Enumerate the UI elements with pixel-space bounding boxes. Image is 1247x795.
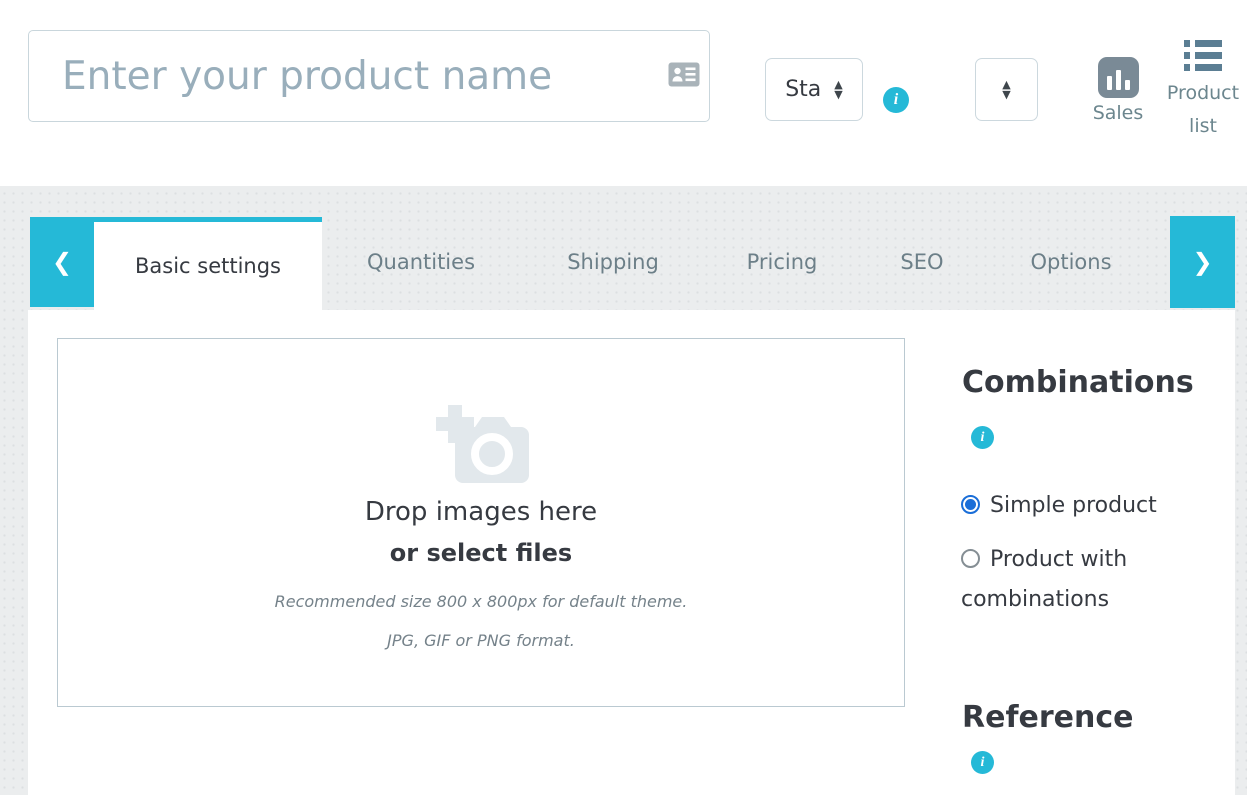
caret-updown-icon: ▲▼: [1002, 80, 1010, 100]
dropzone-format-hint: JPG, GIF or PNG format.: [387, 631, 575, 650]
chevron-left-icon: ❮: [52, 248, 72, 276]
status-select-value: Sta: [785, 77, 821, 102]
reference-info-icon[interactable]: i: [971, 751, 994, 774]
product-list-label: Product list: [1167, 82, 1239, 137]
tab-pricing[interactable]: Pricing: [747, 217, 818, 307]
reference-heading: Reference: [962, 700, 1133, 735]
product-type-options: Simple product Product with combinations: [961, 486, 1234, 634]
tab-seo[interactable]: SEO: [900, 217, 943, 307]
tabs-prev-button[interactable]: ❮: [30, 217, 94, 307]
tab-label: Basic settings: [135, 254, 281, 278]
sales-label: Sales: [1093, 102, 1144, 124]
header: Sta ▲▼ i ▲▼ Sales: [0, 0, 1247, 186]
bar-chart-icon: [1098, 57, 1139, 98]
dropzone-subtitle: or select files: [390, 539, 572, 567]
vcard-icon: [668, 62, 700, 91]
dropzone-title: Drop images here: [365, 497, 597, 527]
tab-options[interactable]: Options: [1030, 217, 1111, 307]
caret-updown-icon: ▲▼: [834, 80, 842, 100]
basic-settings-panel: Drop images here or select files Recomme…: [28, 310, 1235, 795]
tab-quantities[interactable]: Quantities: [367, 217, 475, 307]
list-icon: [1184, 40, 1222, 71]
status-select[interactable]: Sta ▲▼: [765, 58, 863, 121]
status-info-icon[interactable]: i: [883, 87, 909, 113]
product-name-input[interactable]: [28, 30, 710, 122]
product-edit-page: Sta ▲▼ i ▲▼ Sales: [0, 0, 1247, 795]
combinations-info-icon[interactable]: i: [971, 426, 994, 449]
radio-product-with-combinations[interactable]: Product with combinations: [961, 540, 1234, 620]
camera-plus-icon: [433, 397, 529, 489]
tabs-next-button[interactable]: ❯: [1170, 216, 1235, 308]
combinations-heading: Combinations: [962, 365, 1194, 400]
secondary-select[interactable]: ▲▼: [975, 58, 1038, 121]
radio-icon: [961, 495, 980, 514]
tab-basic-settings[interactable]: Basic settings: [94, 217, 322, 310]
dropzone-size-hint: Recommended size 800 x 800px for default…: [275, 592, 688, 611]
radio-label: Product with combinations: [961, 547, 1127, 612]
product-tabbar: ❮ Basic settings Quantities Shipping Pri…: [0, 186, 1247, 310]
chevron-right-icon: ❯: [1192, 248, 1212, 276]
sales-button[interactable]: Sales: [1085, 57, 1151, 124]
image-dropzone[interactable]: Drop images here or select files Recomme…: [57, 338, 905, 707]
tab-shipping[interactable]: Shipping: [567, 217, 659, 307]
side-panel: Combinations i Simple product Product wi…: [960, 310, 1237, 795]
product-list-button[interactable]: Product list: [1156, 40, 1247, 143]
radio-label: Simple product: [990, 493, 1157, 518]
radio-icon: [961, 549, 980, 568]
radio-simple-product[interactable]: Simple product: [961, 486, 1234, 526]
